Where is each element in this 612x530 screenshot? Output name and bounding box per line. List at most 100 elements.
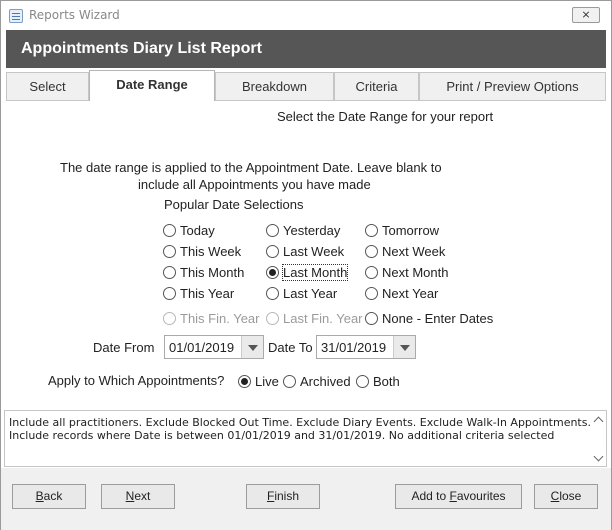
finish-label-rest: inish — [274, 489, 300, 503]
radio-label: Today — [180, 222, 215, 238]
date-range-heading: Select the Date Range for your report — [277, 109, 494, 124]
radio-circle[interactable] — [266, 244, 279, 258]
radio-none-enter-dates[interactable]: None - Enter Dates — [365, 310, 493, 326]
fav-label-rest: avourites — [456, 489, 506, 503]
fav-mnemonic: F — [449, 489, 457, 503]
date-to-combo[interactable]: 31/01/2019 — [316, 335, 416, 359]
radio-label: Tomorrow — [382, 222, 440, 238]
radio-circle[interactable] — [365, 223, 378, 237]
chevron-down-icon[interactable] — [393, 336, 415, 358]
radio-circle-disabled — [266, 311, 279, 325]
radio-label: Archived — [300, 373, 351, 389]
radio-label: This Week — [180, 243, 242, 259]
summary-line1: Include all practitioners. Exclude Block… — [9, 416, 591, 429]
radio-this-week[interactable]: This Week — [163, 243, 241, 259]
radio-label: Next Year — [382, 285, 439, 301]
popular-selections-label: Popular Date Selections — [164, 197, 304, 212]
date-to-label: Date To — [268, 340, 313, 355]
next-label-rest: ext — [134, 489, 151, 503]
radio-label: Live — [255, 373, 279, 389]
add-to-favourites-button[interactable]: Add to Favourites — [395, 484, 522, 509]
tab-date-range[interactable]: Date Range — [89, 70, 215, 101]
tab-criteria[interactable]: Criteria — [334, 72, 419, 100]
radio-this-month[interactable]: This Month — [163, 264, 244, 280]
scroll-down-icon[interactable] — [593, 453, 605, 463]
radio-circle[interactable] — [266, 286, 279, 300]
radio-circle[interactable] — [163, 223, 176, 237]
radio-circle[interactable] — [163, 244, 176, 258]
date-from-label: Date From — [93, 340, 155, 355]
radio-label: Last Fin. Year — [283, 310, 363, 326]
back-mnemonic: B — [35, 489, 44, 503]
radio-circle-selected[interactable] — [266, 265, 279, 279]
radio-circle-selected[interactable] — [238, 374, 251, 388]
radio-apply-live[interactable]: Live — [238, 373, 279, 389]
reports-wizard-window: Reports Wizard ⨯ Appointments Diary List… — [0, 0, 612, 530]
radio-circle-disabled — [163, 311, 176, 325]
radio-label: Both — [373, 373, 400, 389]
wizard-tabs: Select Date Range Breakdown Criteria Pri… — [6, 70, 606, 101]
info-text-line2: include all Appointments you have made — [138, 177, 371, 192]
radio-last-fin-year: Last Fin. Year — [266, 310, 363, 326]
tab-print-preview-options[interactable]: Print / Preview Options — [419, 72, 606, 100]
radio-label: This Fin. Year — [180, 310, 260, 326]
radio-circle[interactable] — [356, 374, 369, 388]
radio-this-year[interactable]: This Year — [163, 285, 234, 301]
radio-circle[interactable] — [365, 311, 378, 325]
scroll-up-icon[interactable] — [593, 414, 605, 424]
window-close-button[interactable]: ⨯ — [572, 7, 600, 23]
chevron-down-icon[interactable] — [241, 336, 263, 358]
close-button[interactable]: Close — [534, 484, 598, 509]
date-from-combo[interactable]: 01/01/2019 — [164, 335, 264, 359]
radio-circle[interactable] — [163, 265, 176, 279]
date-from-value[interactable]: 01/01/2019 — [165, 340, 241, 355]
radio-tomorrow[interactable]: Tomorrow — [365, 222, 439, 238]
radio-label: Yesterday — [283, 222, 341, 238]
date-to-value[interactable]: 31/01/2019 — [317, 340, 393, 355]
radio-circle[interactable] — [365, 286, 378, 300]
wizard-footer: Back Next Finish Add to Favourites Close — [1, 468, 611, 530]
title-bar: Reports Wizard ⨯ — [1, 1, 611, 29]
radio-yesterday[interactable]: Yesterday — [266, 222, 340, 238]
radio-circle[interactable] — [163, 286, 176, 300]
back-label-rest: ack — [43, 489, 63, 503]
radio-label: Last Year — [283, 285, 338, 301]
radio-this-fin-year: This Fin. Year — [163, 310, 260, 326]
tab-breakdown[interactable]: Breakdown — [215, 72, 334, 100]
radio-label: This Month — [180, 264, 245, 280]
radio-next-month[interactable]: Next Month — [365, 264, 448, 280]
summary-line2: Include records where Date is between 01… — [9, 429, 555, 442]
radio-apply-both[interactable]: Both — [356, 373, 400, 389]
apply-to-label: Apply to Which Appointments? — [48, 373, 225, 388]
radio-label: Next Month — [382, 264, 449, 280]
close-label-rest: lose — [559, 489, 582, 503]
info-text-line1: The date range is applied to the Appoint… — [60, 160, 442, 175]
tab-select[interactable]: Select — [6, 72, 89, 100]
criteria-summary-box[interactable]: Include all practitioners. Exclude Block… — [4, 410, 607, 467]
radio-next-year[interactable]: Next Year — [365, 285, 438, 301]
radio-label: This Year — [180, 285, 235, 301]
radio-last-week[interactable]: Last Week — [266, 243, 344, 259]
radio-last-year[interactable]: Last Year — [266, 285, 337, 301]
radio-circle[interactable] — [283, 374, 296, 388]
next-button[interactable]: Next — [101, 484, 175, 509]
finish-button[interactable]: Finish — [246, 484, 320, 509]
back-button[interactable]: Back — [12, 484, 86, 509]
radio-last-month[interactable]: Last Month — [266, 263, 349, 281]
radio-label: Next Week — [382, 243, 446, 259]
report-header: Appointments Diary List Report — [6, 30, 606, 68]
radio-next-week[interactable]: Next Week — [365, 243, 445, 259]
radio-today[interactable]: Today — [163, 222, 215, 238]
radio-circle[interactable] — [365, 244, 378, 258]
radio-apply-archived[interactable]: Archived — [283, 373, 351, 389]
reports-wizard-icon — [9, 9, 23, 23]
window-title: Reports Wizard — [29, 8, 120, 22]
radio-circle[interactable] — [266, 223, 279, 237]
report-title: Appointments Diary List Report — [21, 40, 262, 57]
radio-circle[interactable] — [365, 265, 378, 279]
fav-label-pre: Add to — [411, 489, 450, 503]
radio-label: None - Enter Dates — [382, 310, 494, 326]
radio-label: Last Week — [283, 243, 345, 259]
date-range-panel: Select the Date Range for your report Th… — [6, 100, 606, 410]
radio-label: Last Month — [281, 263, 349, 281]
